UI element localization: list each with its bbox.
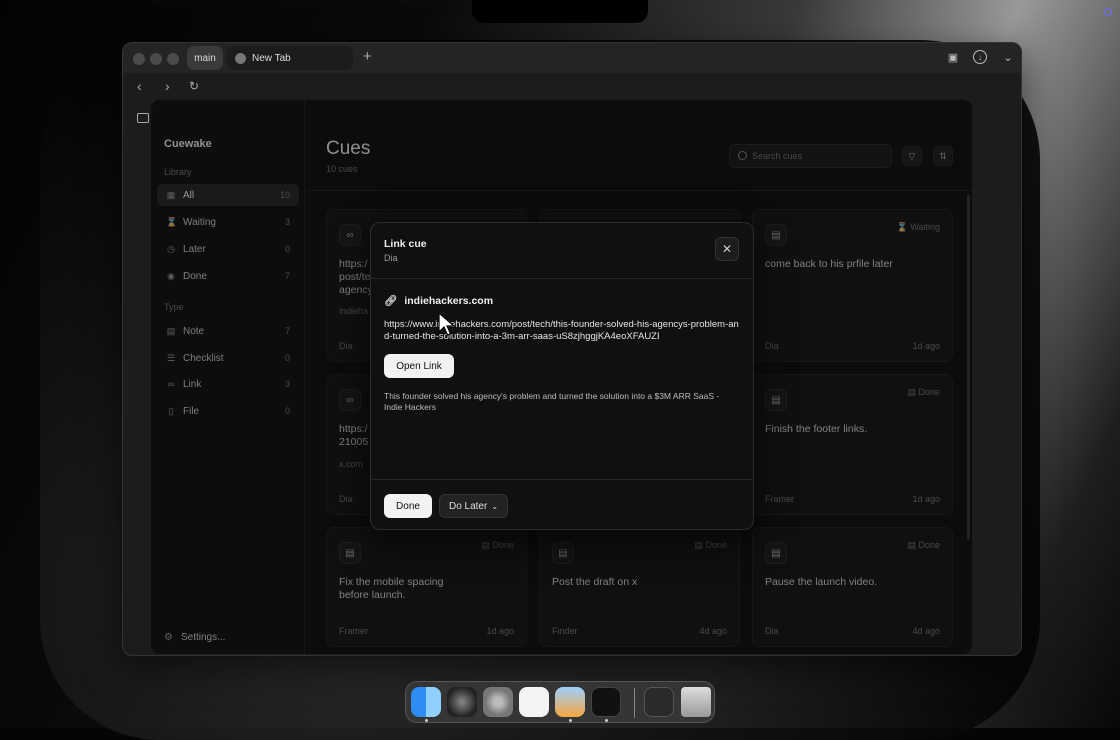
link-icon: 🔗︎ (384, 295, 398, 307)
open-link-button[interactable]: Open Link (384, 354, 454, 378)
link-cue-dialog: Link cue Dia ✕ 🔗︎ indiehackers.com https… (370, 222, 754, 530)
browser-app-icon[interactable] (447, 687, 477, 717)
browser-zoom-button[interactable] (167, 53, 179, 65)
browser-tab-bar: main New Tab + ▣ ↓ ⌄ (123, 43, 1021, 73)
chevron-down-icon[interactable]: ⌄ (1001, 50, 1015, 64)
running-indicator (569, 719, 572, 722)
chevron-down-icon: ⌄ (491, 501, 499, 511)
browser-close-button[interactable] (133, 53, 145, 65)
reload-icon[interactable]: ↻ (189, 79, 199, 93)
new-tab-plus-icon[interactable]: + (363, 48, 372, 65)
tab-favicon-icon (235, 52, 246, 64)
running-indicator (425, 719, 428, 722)
tab-new-tab[interactable]: New Tab (227, 46, 353, 70)
running-indicator (605, 719, 608, 722)
system-settings-icon[interactable] (483, 687, 513, 717)
link-description: This founder solved his agency's problem… (384, 391, 720, 412)
link-domain: 🔗︎ indiehackers.com (384, 294, 494, 308)
dialog-title: Link cue (384, 238, 427, 250)
tab-label: New Tab (252, 52, 291, 64)
window-thumbnail-icon[interactable] (644, 687, 674, 717)
done-button[interactable]: Done (384, 494, 432, 518)
mouse-cursor-icon (438, 312, 456, 336)
folder-icon[interactable] (137, 113, 149, 123)
sidebar-toggle-icon[interactable]: ▣ (946, 50, 960, 64)
tab-label: main (194, 52, 216, 64)
forward-icon[interactable]: › (165, 78, 170, 94)
trash-icon[interactable] (681, 687, 711, 717)
launchpad-icon[interactable] (519, 687, 549, 717)
status-indicator-icon (1104, 8, 1112, 16)
screen-notch (472, 0, 648, 23)
dock (405, 681, 715, 723)
framer-icon[interactable] (591, 687, 621, 717)
back-icon[interactable]: ‹ (137, 78, 142, 94)
dock-separator (634, 688, 635, 718)
tab-main[interactable]: main (187, 46, 223, 70)
dialog-divider (371, 479, 753, 480)
dialog-divider (371, 278, 753, 279)
preview-app-icon[interactable] (555, 687, 585, 717)
dialog-subtitle: Dia (384, 253, 398, 263)
finder-icon[interactable] (411, 687, 441, 717)
do-later-button[interactable]: Do Later ⌄ (439, 494, 508, 518)
domain-label: indiehackers.com (404, 294, 494, 307)
close-icon: ✕ (721, 242, 733, 256)
browser-minimize-button[interactable] (150, 53, 162, 65)
close-button[interactable]: ✕ (715, 237, 739, 261)
download-icon[interactable]: ↓ (973, 50, 987, 64)
do-later-label: Do Later (448, 500, 488, 512)
